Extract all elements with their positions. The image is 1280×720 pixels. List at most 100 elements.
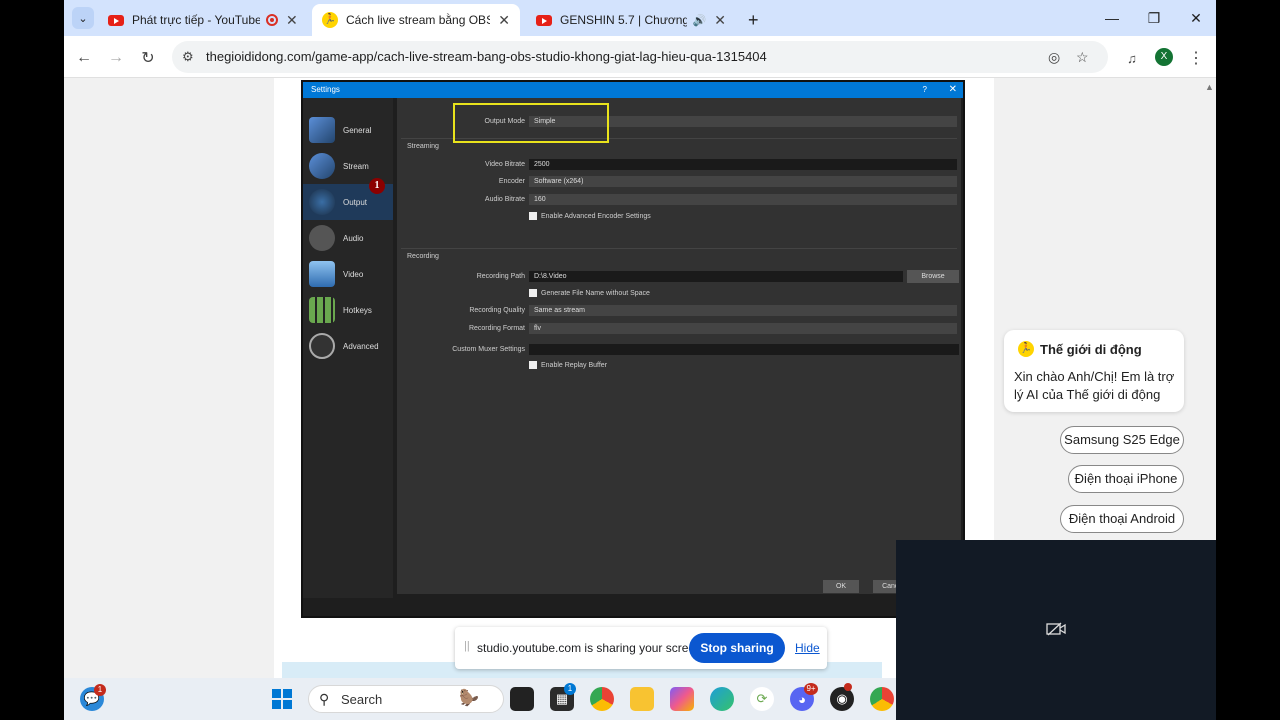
media-control-icon[interactable]: ♫ <box>1120 46 1144 70</box>
menu-icon[interactable]: ⋮ <box>1184 46 1208 70</box>
recording-title: Recording <box>407 253 439 260</box>
tab-search-button[interactable]: ⌄ <box>72 7 94 29</box>
obs-sidebar: General Stream Output Audio Video Hotkey… <box>303 98 393 598</box>
copilot-icon[interactable] <box>670 687 694 711</box>
help-icon: ? <box>922 85 927 94</box>
hide-link[interactable]: Hide <box>795 641 820 655</box>
chrome-icon[interactable] <box>590 687 614 711</box>
audio-bitrate-select: 160 <box>529 194 957 205</box>
camera-preview-overlay <box>896 540 1216 720</box>
suggestion-chip[interactable]: Điện thoại iPhone <box>1068 465 1184 493</box>
gears-icon <box>309 333 335 359</box>
replay-buffer-checkbox: Enable Replay Buffer <box>529 361 607 369</box>
encoder-select: Software (x264) <box>529 176 957 187</box>
tab-obs-article[interactable]: 🏃 Cách live stream bằng OBS Studio ✕ <box>312 4 520 36</box>
obs-icon[interactable]: ◉ <box>830 687 854 711</box>
close-tab-icon[interactable]: ✕ <box>286 12 298 29</box>
obs-nav-label: General <box>343 125 372 135</box>
windows-start-icon[interactable] <box>270 687 294 711</box>
obs-nav-audio: Audio <box>303 220 393 256</box>
obs-nav-label: Hotkeys <box>343 305 372 315</box>
streaming-title: Streaming <box>407 143 439 150</box>
taskbar-search[interactable]: ⚲ Search 🦫 <box>308 685 504 713</box>
tgdd-icon: 🏃 <box>322 12 338 28</box>
youtube-icon <box>536 12 552 28</box>
search-highlight-icon: 🦫 <box>459 690 479 707</box>
tab-youtube-studio[interactable]: Phát trực tiếp - YouTube Studio ✕ <box>98 4 308 36</box>
obs-nav-hotkeys: Hotkeys <box>303 292 393 328</box>
restore-button[interactable]: ❐ <box>1134 0 1174 36</box>
file-explorer-icon[interactable] <box>630 687 654 711</box>
forward-button[interactable]: → <box>104 46 128 70</box>
chat-message: Xin chào Anh/Chị! Em là trợ lý AI của Th… <box>1014 369 1175 402</box>
discord-badge: 9+ <box>804 683 818 695</box>
youtube-icon <box>108 12 124 28</box>
recording-path-label: Recording Path <box>476 273 525 280</box>
scroll-up-icon[interactable]: ▲ <box>1205 82 1214 92</box>
url-text[interactable]: thegioididong.com/game-app/cach-live-str… <box>206 49 767 64</box>
recording-format-select: flv <box>529 323 957 334</box>
tab-genshin[interactable]: GENSHIN 5.7 | Chương Lãnh 🔊 ✕ <box>526 4 736 36</box>
checkbox-label: Generate File Name without Space <box>541 289 650 297</box>
suggestion-chip[interactable]: Điện thoại Android <box>1060 505 1184 533</box>
keyboard-icon <box>309 297 335 323</box>
close-window-button[interactable]: ✕ <box>1176 0 1216 36</box>
advanced-encoder-checkbox: Enable Advanced Encoder Settings <box>529 212 651 220</box>
recording-quality-label: Recording Quality <box>469 307 525 314</box>
taskbar: 💬 1 ⚲ Search 🦫 ▦ 1 ⟳ ◕ 9+ ◉ <box>64 678 896 720</box>
bookmark-star-icon[interactable]: ☆ <box>1076 49 1089 66</box>
speaker-icon[interactable]: 🔊 <box>693 14 707 27</box>
globe-icon <box>309 153 335 179</box>
eye-off-icon[interactable]: ◎ <box>1048 49 1060 66</box>
general-icon <box>309 117 335 143</box>
task-view-icon[interactable] <box>510 687 534 711</box>
close-tab-icon[interactable]: ✕ <box>714 12 726 29</box>
chrome-profile-icon[interactable] <box>870 687 894 711</box>
broadcast-icon <box>309 189 335 215</box>
address-bar[interactable]: ⚙ thegioididong.com/game-app/cach-live-s… <box>172 41 1108 73</box>
obs-nav-label: Video <box>343 269 364 279</box>
chevron-down-icon: ⌄ <box>78 12 88 25</box>
obs-nav-label: Stream <box>343 161 369 171</box>
obs-nav-label: Advanced <box>343 341 379 351</box>
back-button[interactable]: ← <box>72 46 96 70</box>
app-icon[interactable]: ⟳ <box>750 687 774 711</box>
stop-sharing-button[interactable]: Stop sharing <box>689 633 785 663</box>
recording-path-field: D:\8.Video <box>529 271 903 282</box>
recording-section: Recording Recording Path D:\8.Video Brow… <box>401 248 959 376</box>
notification-badge: 1 <box>94 684 106 696</box>
close-tab-icon[interactable]: ✕ <box>498 12 510 29</box>
recording-quality-select: Same as stream <box>529 305 957 316</box>
recording-icon <box>266 14 278 26</box>
screen: ⌄ Phát trực tiếp - YouTube Studio ✕ 🏃 Cá… <box>64 0 1216 720</box>
suggestion-chip[interactable]: Samsung S25 Edge <box>1060 426 1184 454</box>
checkbox-label: Enable Advanced Encoder Settings <box>541 212 651 220</box>
drag-handle-icon[interactable]: || <box>464 640 470 652</box>
camera-off-icon[interactable] <box>1046 622 1066 636</box>
headphones-icon <box>309 225 335 251</box>
output-mode-highlight <box>453 103 609 143</box>
muxer-label: Custom Muxer Settings <box>452 346 525 353</box>
step-badge: 1 <box>369 178 385 194</box>
audio-bitrate-label: Audio Bitrate <box>484 196 525 203</box>
chat-title: Thế giới di động <box>1040 341 1142 357</box>
muxer-field <box>529 344 959 355</box>
obs-titlebar: Settings ? ✕ <box>303 82 963 98</box>
recording-format-label: Recording Format <box>468 325 525 332</box>
monitor-icon <box>309 261 335 287</box>
search-icon: ⚲ <box>319 691 330 707</box>
screen-share-bar: || studio.youtube.com is sharing your sc… <box>455 627 827 669</box>
profile-avatar[interactable]: X <box>1155 48 1173 66</box>
obs-nav-label: Audio <box>343 233 364 243</box>
checkbox-label: Enable Replay Buffer <box>541 361 608 369</box>
letterbox-right <box>1216 0 1280 720</box>
reload-button[interactable]: ↻ <box>136 46 160 70</box>
obs-nav-video: Video <box>303 256 393 292</box>
minimize-button[interactable]: — <box>1092 0 1132 36</box>
streaming-section: Streaming Video Bitrate 2500 Encoder Sof… <box>401 138 957 242</box>
plus-icon: + <box>748 9 759 30</box>
site-settings-icon[interactable]: ⚙ <box>182 49 194 65</box>
video-bitrate-label: Video Bitrate <box>485 161 525 168</box>
new-tab-button[interactable]: + <box>742 4 772 36</box>
edge-icon[interactable] <box>710 687 734 711</box>
